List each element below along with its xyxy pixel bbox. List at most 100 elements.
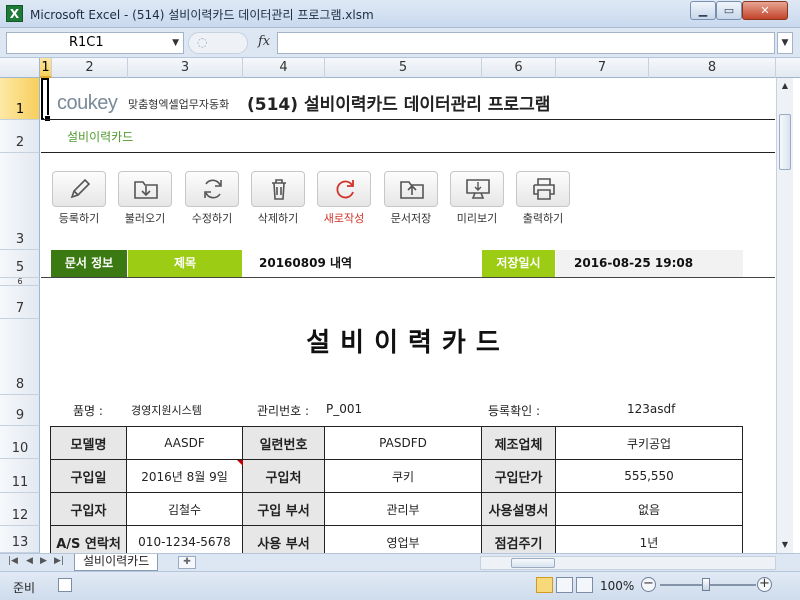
load-button[interactable]: 불러오기	[118, 171, 172, 225]
insert-function-button[interactable]: fx	[258, 34, 270, 49]
row-header[interactable]: 5	[0, 250, 40, 278]
table-cell[interactable]: 1년	[555, 525, 743, 553]
edit-button[interactable]: 수정하기	[185, 171, 239, 225]
table-header-cell: 사용설명서	[481, 492, 556, 526]
last-sheet-icon[interactable]: ▶|	[54, 556, 64, 566]
page-layout-view-icon[interactable]	[556, 577, 573, 593]
table-cell[interactable]: 김철수	[126, 492, 243, 526]
folder-download-icon	[134, 181, 158, 199]
next-sheet-icon[interactable]: ▶	[40, 556, 47, 566]
new-document-button[interactable]: 새로작성	[317, 171, 371, 225]
row-header[interactable]: 9	[0, 395, 40, 426]
maximize-button[interactable]: ▭	[716, 1, 742, 20]
row-header[interactable]: 13	[0, 526, 40, 553]
sheet-tabs-bar: |◀ ◀ ▶ ▶| 설비이력카드 ✚	[0, 553, 800, 571]
row-header[interactable]: 1	[0, 78, 40, 120]
column-header[interactable]: 7	[556, 58, 649, 78]
expand-formula-button[interactable]: ▼	[777, 32, 793, 54]
scroll-up-icon[interactable]: ▲	[777, 78, 793, 94]
table-cell[interactable]: 없음	[555, 492, 743, 526]
sheet-tab[interactable]: 설비이력카드	[74, 554, 159, 571]
row-header[interactable]: 2	[0, 120, 40, 153]
horizontal-scrollbar[interactable]	[480, 556, 776, 570]
column-header[interactable]: 5	[325, 58, 482, 78]
table-header-cell: 모델명	[50, 426, 127, 460]
table-cell[interactable]: 쿠키공업	[555, 426, 743, 460]
row-header[interactable]: 12	[0, 493, 40, 526]
row-header[interactable]: 7	[0, 286, 40, 319]
table-header-cell: 사용 부서	[242, 525, 325, 553]
status-bar: 준비 100% − +	[0, 571, 800, 600]
select-all-corner[interactable]	[0, 58, 40, 78]
scroll-down-icon[interactable]: ▼	[777, 537, 793, 553]
row-header[interactable]: 6	[0, 277, 40, 286]
table-header-cell: 구입단가	[481, 459, 556, 493]
mgmt-number-value[interactable]: P_001	[326, 402, 362, 416]
normal-view-icon[interactable]	[536, 577, 553, 593]
item-value[interactable]: 경영지원시스템	[131, 402, 202, 418]
zoom-in-icon[interactable]: +	[757, 577, 772, 592]
active-cell[interactable]	[41, 78, 51, 122]
minimize-button[interactable]: ▁	[690, 1, 716, 20]
divider	[41, 152, 775, 153]
table-header-cell: 구입자	[50, 492, 127, 526]
row-header[interactable]: 3	[0, 153, 40, 250]
preview-button[interactable]: 미리보기	[450, 171, 504, 225]
table-cell[interactable]: 관리부	[324, 492, 482, 526]
scroll-thumb[interactable]	[779, 114, 791, 170]
prev-sheet-icon[interactable]: ◀	[26, 556, 33, 566]
saved-at-value[interactable]: 2016-08-25 19:08	[556, 250, 743, 277]
table-header-cell: A/S 연락처	[50, 525, 127, 553]
column-header[interactable]: 2	[52, 58, 128, 78]
name-box[interactable]: R1C1 ▼	[6, 32, 184, 54]
table-cell[interactable]: 010-1234-5678	[126, 525, 243, 553]
vertical-scrollbar[interactable]: ▲ ▼	[776, 78, 793, 553]
row-header[interactable]: 11	[0, 459, 40, 493]
insert-sheet-icon[interactable]: ✚	[178, 556, 196, 569]
column-header[interactable]: 6	[482, 58, 556, 78]
print-button[interactable]: 출력하기	[516, 171, 570, 225]
printer-icon	[533, 178, 555, 200]
window-title: Microsoft Excel - (514) 설비이력카드 데이터관리 프로그…	[30, 8, 374, 22]
folder-upload-icon	[400, 181, 424, 199]
formula-input[interactable]	[277, 32, 775, 54]
table-cell[interactable]: 쿠키	[324, 459, 482, 493]
column-header[interactable]: 4	[243, 58, 325, 78]
comment-indicator-icon[interactable]	[237, 460, 243, 466]
register-button[interactable]: 등록하기	[52, 171, 106, 225]
table-cell[interactable]: 2016년 8월 9일	[126, 459, 243, 493]
scroll-thumb[interactable]	[511, 558, 555, 568]
divider	[41, 119, 775, 120]
formula-cancel-enter: ◌	[188, 32, 248, 54]
zoom-out-icon[interactable]: −	[641, 577, 656, 592]
row-header[interactable]: 10	[0, 426, 40, 459]
column-header[interactable]: 1	[40, 58, 52, 78]
title-bar: X Microsoft Excel - (514) 설비이력카드 데이터관리 프…	[0, 0, 800, 28]
row-header[interactable]: 8	[0, 319, 40, 395]
delete-button[interactable]: 삭제하기	[251, 171, 305, 225]
macro-record-icon[interactable]	[58, 578, 72, 592]
table-header-cell: 제조업체	[481, 426, 556, 460]
refresh-icon	[204, 179, 222, 199]
save-document-button[interactable]: 문서저장	[384, 171, 438, 225]
table-cell[interactable]: PASDFD	[324, 426, 482, 460]
title-value[interactable]: 20160809 내역	[243, 250, 483, 277]
first-sheet-icon[interactable]: |◀	[8, 556, 18, 566]
table-cell[interactable]: 영업부	[324, 525, 482, 553]
monitor-icon	[466, 179, 490, 199]
page-break-view-icon[interactable]	[576, 577, 593, 593]
worksheet[interactable]: coukey 맞춤형엑셀업무자동화 (514) 설비이력카드 데이터관리 프로그…	[41, 78, 775, 553]
column-header[interactable]: 8	[649, 58, 776, 78]
zoom-level[interactable]: 100%	[600, 579, 634, 593]
zoom-slider-thumb[interactable]	[702, 578, 710, 591]
close-button[interactable]: ✕	[742, 1, 788, 20]
table-cell[interactable]: AASDF	[126, 426, 243, 460]
table-cell[interactable]: 555,550	[555, 459, 743, 493]
formula-bar: R1C1 ▼ ◌ fx ▼	[0, 28, 800, 58]
table-header-cell: 구입 부서	[242, 492, 325, 526]
card-title: 설비이력카드	[306, 328, 510, 358]
logo-tagline: 맞춤형엑셀업무자동화	[128, 98, 230, 111]
registration-value[interactable]: 123asdf	[627, 402, 675, 416]
chevron-down-icon[interactable]: ▼	[172, 33, 179, 53]
column-header[interactable]: 3	[128, 58, 243, 78]
